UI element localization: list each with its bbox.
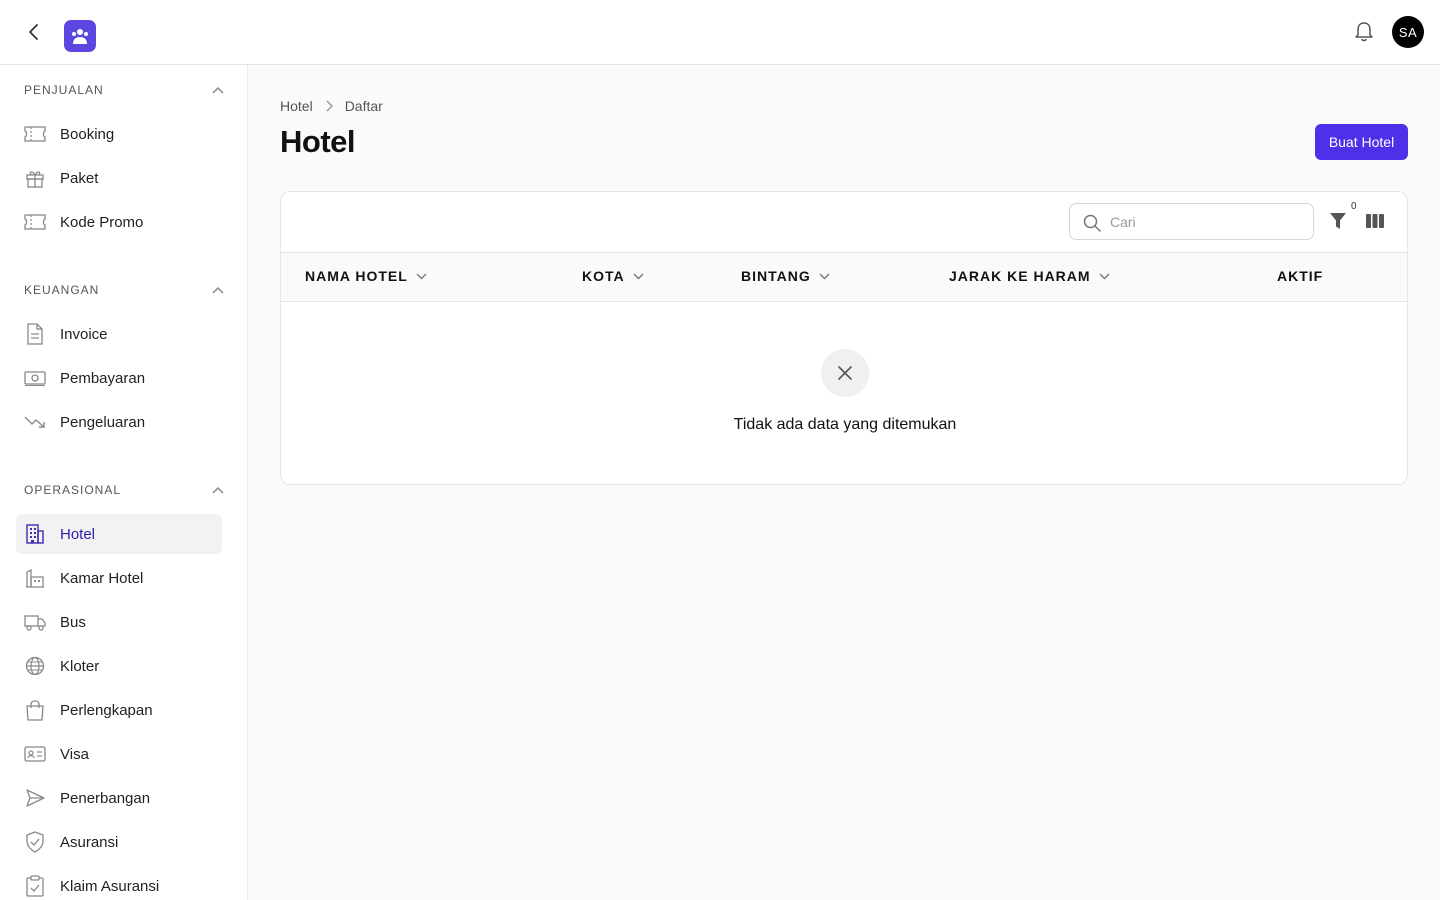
sidebar-item-pengeluaran[interactable]: Pengeluaran: [16, 402, 222, 442]
breadcrumb-item-hotel[interactable]: Hotel: [280, 98, 313, 114]
chevron-down-icon: [1099, 273, 1110, 280]
clipboard-check-icon: [24, 875, 46, 897]
sidebar-item-visa[interactable]: Visa: [16, 734, 222, 774]
columns-icon: [1366, 214, 1384, 228]
sidebar-item-penerbangan[interactable]: Penerbangan: [16, 778, 222, 818]
sidebar-item-kloter[interactable]: Kloter: [16, 646, 222, 686]
sidebar-item-invoice[interactable]: Invoice: [16, 314, 222, 354]
section-title: KEUANGAN: [24, 283, 100, 297]
column-header-bintang[interactable]: BINTANG: [741, 268, 830, 284]
building-icon: [24, 523, 46, 545]
user-avatar[interactable]: SA: [1392, 16, 1424, 48]
sidebar-item-label: Pengeluaran: [60, 413, 146, 431]
search-box[interactable]: [1069, 203, 1314, 240]
team-icon: [72, 29, 88, 44]
search-input[interactable]: [1110, 204, 1305, 239]
sidebar-item-label: Pembayaran: [60, 369, 146, 387]
column-label: AKTIF: [1277, 268, 1324, 284]
chevron-right-icon: [325, 100, 333, 112]
breadcrumb-item-current: Daftar: [344, 98, 383, 114]
sidebar-item-bus[interactable]: Bus: [16, 602, 222, 642]
empty-state-icon: [821, 349, 869, 397]
sidebar-item-label: Visa: [60, 745, 89, 763]
sidebar-item-pembayaran[interactable]: Pembayaran: [16, 358, 222, 398]
banknote-icon: [24, 367, 46, 389]
sidebar-item-paket[interactable]: Paket: [16, 158, 222, 198]
sidebar-item-label: Perlengkapan: [60, 701, 153, 719]
column-header-kota[interactable]: KOTA: [582, 268, 644, 284]
sidebar-item-klaim-asuransi[interactable]: Klaim Asuransi: [16, 866, 222, 900]
column-header-jarak-ke-haram[interactable]: JARAK KE HARAM: [949, 268, 1110, 284]
trending-down-icon: [24, 411, 46, 433]
chevron-up-icon: [212, 86, 224, 94]
building-room-icon: [24, 567, 46, 589]
chevron-up-icon: [212, 486, 224, 494]
chevron-left-icon: [29, 24, 38, 40]
sidebar-item-label: Booking: [60, 125, 115, 143]
sidebar-item-hotel[interactable]: Hotel: [16, 514, 222, 554]
back-button[interactable]: [22, 20, 46, 44]
sidebar-item-label: Kode Promo: [60, 213, 144, 231]
sidebar-item-label: Hotel: [60, 525, 96, 543]
sidebar: PENJUALAN Booking Paket Kode Promo KEUAN…: [0, 65, 248, 900]
section-title: OPERASIONAL: [24, 483, 122, 497]
notification-button[interactable]: [1352, 20, 1376, 44]
document-icon: [24, 323, 46, 345]
sidebar-item-label: Penerbangan: [60, 789, 151, 807]
table-header: NAMA HOTEL KOTA BINTANG JARAK KE HARAM A…: [281, 252, 1407, 302]
column-header-nama-hotel[interactable]: NAMA HOTEL: [305, 268, 427, 284]
filter-button[interactable]: [1327, 210, 1349, 232]
section-operasional[interactable]: OPERASIONAL: [24, 480, 224, 500]
sidebar-item-label: Klaim Asuransi: [60, 877, 160, 895]
ticket-icon: [24, 123, 46, 145]
app-logo[interactable]: [64, 20, 96, 52]
bell-icon: [1355, 22, 1373, 42]
column-label: JARAK KE HARAM: [949, 268, 1091, 284]
globe-icon: [24, 655, 46, 677]
sidebar-item-label: Bus: [60, 613, 86, 631]
column-label: BINTANG: [741, 268, 811, 284]
search-icon: [1082, 213, 1102, 233]
sidebar-item-label: Kloter: [60, 657, 100, 675]
chevron-down-icon: [633, 273, 644, 280]
column-header-aktif: AKTIF: [1277, 268, 1323, 284]
section-keuangan[interactable]: KEUANGAN: [24, 280, 224, 300]
table-card: 0 NAMA HOTEL KOTA BINTANG JARAK KE HARAM…: [280, 191, 1408, 485]
chevron-up-icon: [212, 286, 224, 294]
section-penjualan[interactable]: PENJUALAN: [24, 80, 224, 100]
chevron-down-icon: [819, 273, 830, 280]
column-label: KOTA: [582, 268, 625, 284]
page-title: Hotel: [280, 124, 356, 159]
shopping-bag-icon: [24, 699, 46, 721]
ticket-icon: [24, 211, 46, 233]
sidebar-item-booking[interactable]: Booking: [16, 114, 222, 154]
create-hotel-button[interactable]: Buat Hotel: [1315, 124, 1408, 160]
truck-icon: [24, 611, 46, 633]
id-card-icon: [24, 743, 46, 765]
sidebar-item-label: Invoice: [60, 325, 108, 343]
column-label: NAMA HOTEL: [305, 268, 408, 284]
sidebar-item-kamar-hotel[interactable]: Kamar Hotel: [16, 558, 222, 598]
top-bar: SA: [0, 0, 1440, 65]
columns-button[interactable]: [1364, 210, 1386, 232]
sidebar-item-label: Kamar Hotel: [60, 569, 144, 587]
chevron-down-icon: [416, 273, 427, 280]
filter-icon: [1330, 213, 1346, 229]
sidebar-item-perlengkapan[interactable]: Perlengkapan: [16, 690, 222, 730]
breadcrumb: Hotel Daftar: [280, 97, 383, 115]
sidebar-item-asuransi[interactable]: Asuransi: [16, 822, 222, 862]
sidebar-item-label: Paket: [60, 169, 99, 187]
shield-check-icon: [24, 831, 46, 853]
filter-count-badge: 0: [1351, 201, 1357, 212]
gift-icon: [24, 167, 46, 189]
paper-plane-icon: [24, 787, 46, 809]
sidebar-item-kode-promo[interactable]: Kode Promo: [16, 202, 222, 242]
section-title: PENJUALAN: [24, 83, 104, 97]
close-icon: [838, 366, 852, 380]
sidebar-item-label: Asuransi: [60, 833, 119, 851]
empty-state-message: Tidak ada data yang ditemukan: [733, 416, 957, 433]
